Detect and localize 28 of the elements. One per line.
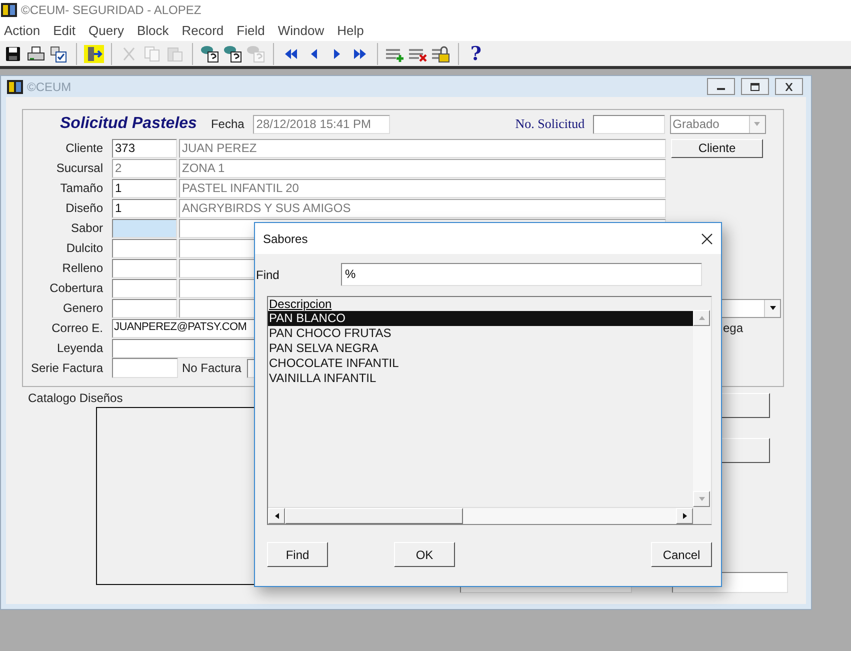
description-field: ANGRYBIRDS Y SUS AMIGOS (179, 198, 666, 218)
form-title: Solicitud Pasteles (60, 115, 197, 133)
catalog-label: Catalogo Diseños (28, 391, 124, 405)
description-field: PASTEL INFANTIL 20 (179, 178, 666, 198)
field-label: Diseño (64, 201, 103, 215)
window-title: ©CEUM (27, 80, 72, 94)
column-header: Descripcion (268, 297, 332, 311)
field-label: No Factura (182, 361, 242, 375)
field-label: ega (723, 321, 744, 335)
field-label: Leyenda (56, 341, 103, 355)
field-label: Sabor (70, 221, 103, 235)
description-field: JUAN PEREZ (179, 138, 666, 158)
find-label: Find (256, 268, 280, 282)
field-label: Relleno (61, 261, 103, 275)
field-label: Cobertura (48, 281, 103, 295)
field-label: Fecha (210, 117, 244, 131)
date-field: 28/12/2018 15:41 PM (253, 114, 390, 134)
field-label: Sucursal (55, 161, 103, 175)
field-label: Serie Factura (30, 361, 103, 375)
description-field: ZONA 1 (179, 158, 666, 178)
field-label: Genero (62, 301, 103, 315)
dialog-title: Sabores (263, 232, 308, 246)
field-label: Tamaño (59, 181, 103, 195)
field-label: Dulcito (65, 241, 103, 255)
window-title: ©CEUM- SEGURIDAD - ALOPEZ (21, 2, 202, 16)
field-label: Cliente (64, 141, 103, 155)
field-label: No. Solicitud (515, 116, 585, 132)
field-label: Correo E. (50, 321, 103, 335)
